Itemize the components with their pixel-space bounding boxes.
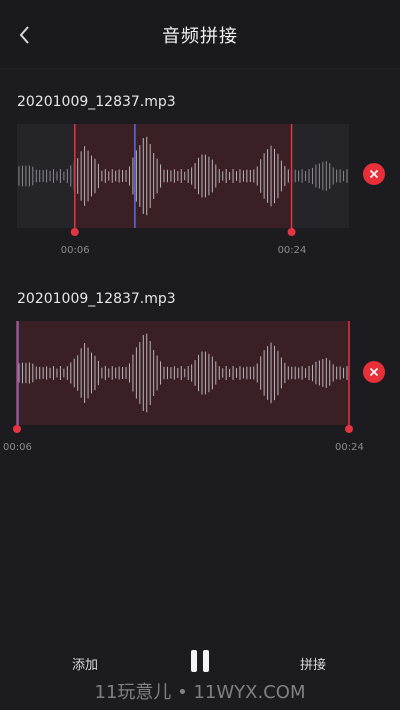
track-1-waveform[interactable] [17,124,349,236]
waveform-svg [13,321,353,433]
selection-region [74,124,292,228]
track-2-waveform[interactable] [13,321,353,433]
track-2-file-name: 20201009_12837.mp3 [17,291,176,307]
track-1-remove-button[interactable] [363,163,385,185]
pause-button[interactable] [187,648,213,674]
watermark: 11玩意儿 • 11WYX.COM [94,682,306,703]
track-1-file-name: 20201009_12837.mp3 [17,94,176,110]
track-2-start-time: 00:06 [3,442,32,453]
track-2-end-time: 00:24 [335,442,364,453]
bottom-toolbar: 添加 拼接 11玩意儿 • 11WYX.COM [0,630,400,710]
top-bar: 音频拼接 [0,0,400,69]
start-handle[interactable] [70,228,79,236]
pause-icon-bar [203,650,209,672]
close-icon [369,169,379,179]
selection-region [17,321,349,425]
start-handle[interactable] [13,425,21,433]
track-1-end-time: 00:24 [277,245,307,256]
end-handle[interactable] [345,425,353,433]
end-handle[interactable] [287,228,296,236]
pause-icon [191,650,197,672]
waveform-svg [18,124,348,236]
merge-button[interactable]: 拼接 [300,654,326,673]
track-2-remove-button[interactable] [363,361,385,383]
add-button[interactable]: 添加 [72,654,98,673]
close-icon [369,367,379,377]
page-title: 音频拼接 [162,26,238,47]
track-1-start-time: 00:06 [60,245,90,256]
